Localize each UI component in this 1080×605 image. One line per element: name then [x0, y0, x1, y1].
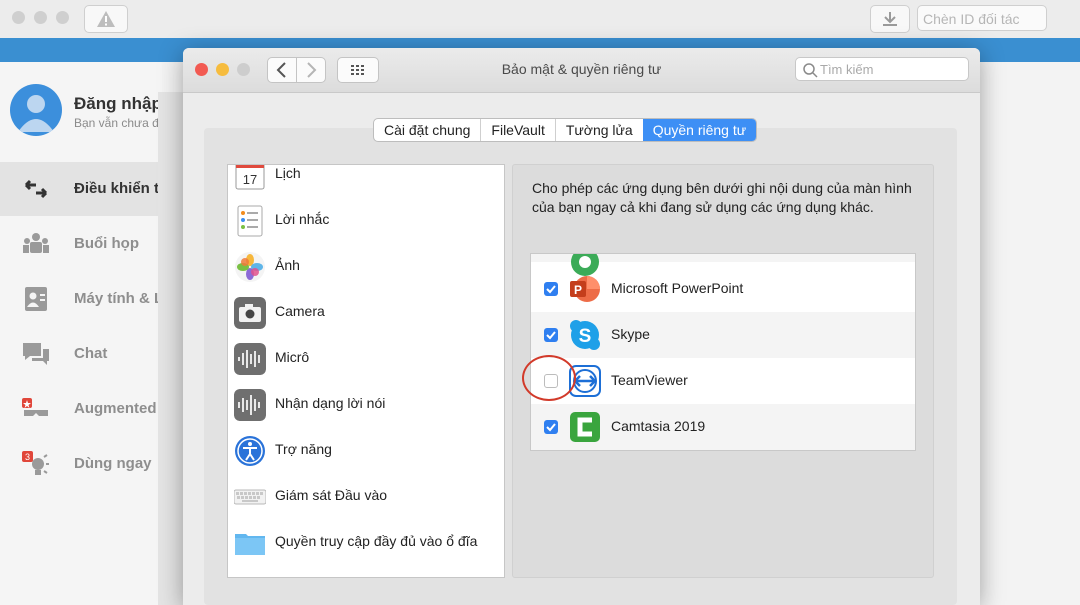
- accessibility-icon: [235, 436, 265, 466]
- checkmark-icon: [546, 423, 556, 432]
- calendar-day: 17: [243, 172, 257, 187]
- contact-card-icon: [25, 287, 47, 311]
- permission-description: Cho phép các ứng dụng bên dưới ghi nội d…: [532, 180, 912, 215]
- login-subtitle: Bạn vẫn chưa đ: [74, 116, 159, 130]
- list-item-input-monitoring[interactable]: Giám sát Đầu vào: [228, 474, 504, 520]
- search-placeholder: Tìm kiếm: [820, 62, 874, 77]
- nav-label: Điều khiển t: [74, 180, 160, 197]
- svg-text:P: P: [574, 283, 582, 297]
- powerpoint-icon: P: [570, 276, 600, 302]
- app-name: TeamViewer: [611, 372, 688, 388]
- background-sidebar: Đăng nhập Bạn vẫn chưa đ Điều khiển t Bu…: [0, 62, 164, 605]
- nav-item-chat[interactable]: Chat: [0, 327, 162, 381]
- checkmark-icon: [546, 331, 556, 340]
- camera-icon: [234, 297, 266, 329]
- app-name: Skype: [611, 326, 650, 342]
- app-name: Microsoft PowerPoint: [611, 280, 744, 296]
- app-checkbox[interactable]: [544, 282, 558, 296]
- tab-firewall[interactable]: Tường lửa: [554, 119, 643, 141]
- calendar-icon: 17: [235, 165, 265, 190]
- list-item-label: Lời nhắc: [275, 211, 330, 227]
- window-titlebar: Bảo mật & quyền riêng tư Tìm kiếm: [183, 48, 980, 93]
- keyboard-icon: [234, 489, 266, 505]
- arrows-icon: [24, 179, 48, 199]
- microphone-icon: [234, 343, 266, 375]
- nav-item-remote-control[interactable]: Điều khiển t: [0, 162, 162, 216]
- photos-icon: [235, 252, 265, 282]
- warning-icon: [97, 11, 115, 27]
- list-item-label: Nhận dạng lời nói: [275, 395, 386, 411]
- skype-icon: S: [570, 320, 600, 350]
- nav-item-try-now[interactable]: 3 Dùng ngay: [0, 437, 162, 491]
- zoom-window-button[interactable]: [56, 11, 69, 24]
- list-item-label: Ảnh: [275, 257, 300, 273]
- list-item-reminders[interactable]: Lời nhắc: [228, 198, 504, 244]
- nav-label: Dùng ngay: [74, 455, 152, 472]
- nav-badge: 3: [25, 452, 30, 462]
- speech-recognition-icon: [234, 389, 266, 421]
- user-icon: [18, 95, 54, 132]
- minimize-window-button[interactable]: [34, 11, 47, 24]
- list-item-speech-recognition[interactable]: Nhận dạng lời nói: [228, 382, 504, 428]
- camtasia-icon: [570, 412, 600, 442]
- nav-item-computers-contacts[interactable]: Máy tính & L: [0, 272, 164, 326]
- lightbulb-icon: 3: [22, 451, 49, 475]
- nav-label: Máy tính & L: [74, 290, 164, 307]
- annotation-circle: [522, 355, 576, 401]
- folder-icon: [235, 534, 265, 555]
- app-row-camtasia[interactable]: Camtasia 2019: [531, 404, 915, 450]
- list-item-label: Lịch: [275, 165, 301, 181]
- list-item-microphone[interactable]: Micrô: [228, 336, 504, 382]
- app-name: Camtasia 2019: [611, 418, 706, 434]
- list-item-label: Giám sát Đầu vào: [275, 487, 388, 503]
- search-field[interactable]: Tìm kiếm: [795, 57, 969, 81]
- ar-glasses-icon: [22, 398, 48, 416]
- list-item-photos[interactable]: Ảnh: [228, 244, 504, 290]
- nav-item-augmented[interactable]: Augmented: [0, 382, 162, 436]
- list-item-label: Quyền truy cập đầy đủ vào ổ đĩa: [275, 533, 478, 549]
- nav-item-meetings[interactable]: Buổi họp: [0, 217, 162, 271]
- app-row-skype[interactable]: S Skype: [531, 312, 915, 358]
- login-title[interactable]: Đăng nhập: [74, 94, 162, 114]
- list-item-camera[interactable]: Camera: [228, 290, 504, 336]
- tab-general[interactable]: Cài đặt chung: [374, 119, 480, 141]
- security-privacy-window: Bảo mật & quyền riêng tư Tìm kiếm Cài đặ…: [183, 48, 980, 605]
- download-icon: [883, 12, 897, 26]
- list-item-label: Trợ năng: [275, 441, 332, 457]
- list-item-label: Camera: [275, 303, 325, 319]
- list-item-full-disk-access[interactable]: Quyền truy cập đầy đủ vào ổ đĩa: [228, 520, 504, 566]
- list-item: [531, 254, 915, 276]
- background-app-titlebar: Chèn ID đối tác: [0, 0, 1080, 39]
- nav-label: Buổi họp: [74, 235, 139, 252]
- search-icon: [803, 63, 818, 78]
- reminders-icon: [237, 205, 263, 237]
- list-item-label: Micrô: [275, 349, 310, 365]
- download-button[interactable]: [870, 5, 910, 33]
- list-item-calendar[interactable]: 17 Lịch: [228, 165, 504, 198]
- tab-bar: Cài đặt chung FileVault Tường lửa Quyền …: [373, 118, 758, 142]
- app-row-powerpoint[interactable]: P Microsoft PowerPoint: [531, 266, 915, 312]
- app-row-teamviewer[interactable]: TeamViewer: [531, 358, 915, 404]
- app-checkbox[interactable]: [544, 420, 558, 434]
- tab-filevault[interactable]: FileVault: [480, 119, 554, 141]
- nav-label: Augmented: [74, 400, 157, 417]
- svg-text:S: S: [579, 326, 592, 347]
- tab-privacy[interactable]: Quyền riêng tư: [642, 119, 757, 141]
- privacy-category-list[interactable]: 17 Lịch Lời nhắc Ảnh Camera Micrô Nhận d…: [227, 164, 505, 578]
- partner-id-input[interactable]: Chèn ID đối tác: [917, 5, 1047, 31]
- warning-button[interactable]: [84, 5, 128, 33]
- list-item-accessibility[interactable]: Trợ năng: [228, 428, 504, 474]
- app-checkbox[interactable]: [544, 328, 558, 342]
- checkmark-icon: [546, 285, 556, 294]
- close-window-button[interactable]: [12, 11, 25, 24]
- people-icon: [23, 233, 49, 253]
- app-list[interactable]: P Microsoft PowerPoint S Skype TeamViewe…: [530, 253, 916, 451]
- avatar[interactable]: [10, 84, 62, 136]
- chat-bubbles-icon: [23, 343, 49, 365]
- nav-label: Chat: [74, 345, 108, 362]
